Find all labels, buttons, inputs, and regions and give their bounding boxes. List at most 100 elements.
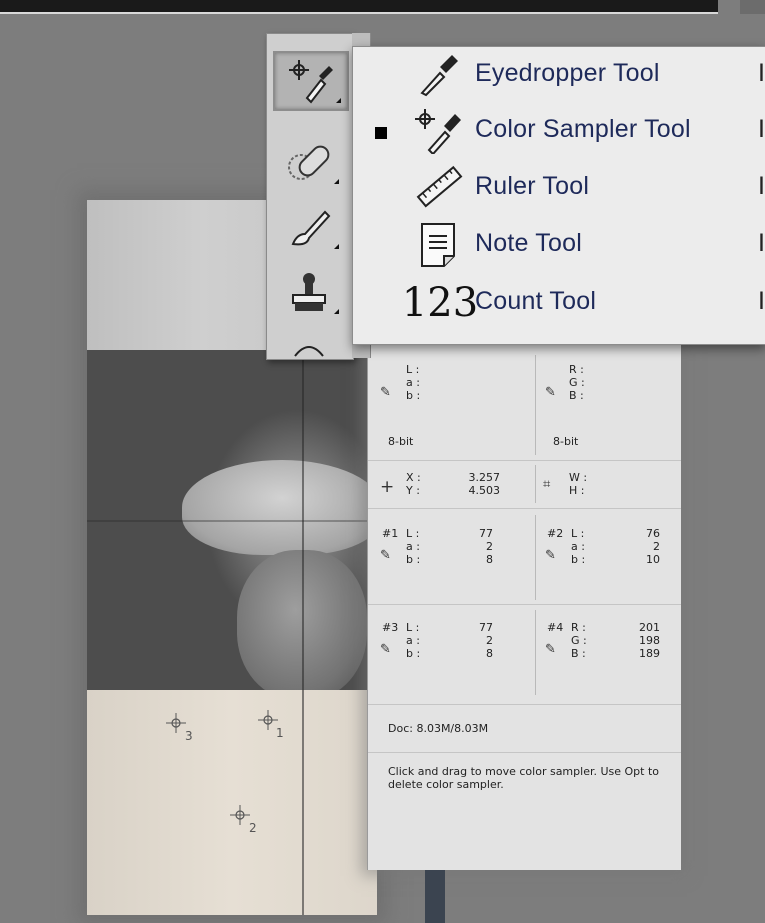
color-sampler-marker-1[interactable]: [258, 710, 278, 730]
eyedropper-small-icon: ✎: [380, 385, 391, 400]
sampler-1-c2: a :: [406, 540, 420, 553]
sampler-1-v1: 77: [479, 527, 493, 540]
info-help-text: Click and drag to move color sampler. Us…: [388, 765, 660, 791]
eyedropper-small-icon: ✎: [545, 642, 556, 657]
tools-panel: [266, 33, 354, 360]
readout-r-label: R :: [569, 363, 584, 376]
sampler-3-id: #3: [382, 621, 399, 634]
readout-b-label: b :: [406, 389, 421, 402]
portrait-hat: [182, 460, 377, 555]
sampler-3-c1: L :: [406, 621, 420, 634]
fold-line-vertical: [302, 350, 304, 915]
menu-item-shortcut: I: [758, 115, 765, 143]
sampler-4-c1: R :: [571, 621, 586, 634]
readout-depth-left: 8-bit: [388, 435, 414, 448]
w-label: W :: [569, 471, 588, 484]
color-sampler-icon: [413, 107, 463, 155]
window-top-right: [740, 0, 765, 14]
sampler-4-v1: 201: [639, 621, 660, 634]
sampler-label-3: 3: [185, 729, 193, 743]
sampler-1-id: #1: [382, 527, 399, 540]
sampler-3-c2: a :: [406, 634, 420, 647]
sampler-4-id: #4: [547, 621, 564, 634]
sampler-2-c1: L :: [571, 527, 585, 540]
history-brush-icon: [294, 346, 324, 357]
menu-item-shortcut: I: [758, 172, 765, 200]
photo-paper-area: [87, 690, 377, 915]
color-sampler-tool-button[interactable]: [273, 51, 349, 111]
eyedropper-small-icon: ✎: [545, 385, 556, 400]
sampler-1-v3: 8: [486, 553, 493, 566]
sampler-2-c2: a :: [571, 540, 585, 553]
readout-l-label: L :: [406, 363, 420, 376]
fold-line-horizontal: [87, 520, 377, 522]
divider: [535, 515, 536, 600]
sampler-2-v1: 76: [646, 527, 660, 540]
h-label: H :: [569, 484, 585, 497]
sampler-2-v2: 2: [653, 540, 660, 553]
readout-depth-right: 8-bit: [553, 435, 579, 448]
menu-item-label: Note Tool: [475, 229, 582, 257]
crosshair-icon: +: [380, 477, 395, 497]
selection-size-icon: ⌗: [543, 477, 551, 492]
readout-a-label: a :: [406, 376, 420, 389]
menu-item-note[interactable]: Note Tool I: [353, 217, 765, 273]
history-brush-tool-button[interactable]: [273, 329, 345, 357]
sampler-4-v3: 189: [639, 647, 660, 660]
sampler-3-v2: 2: [486, 634, 493, 647]
menu-item-label: Eyedropper Tool: [475, 59, 660, 87]
sampler-1-c3: b :: [406, 553, 421, 566]
sampler-4-v2: 198: [639, 634, 660, 647]
brush-tool-button[interactable]: [273, 199, 345, 255]
clone-stamp-tool-button[interactable]: [273, 264, 345, 320]
x-value: 3.257: [468, 471, 501, 484]
eyedropper-small-icon: ✎: [380, 642, 391, 657]
clone-stamp-icon: [292, 273, 326, 311]
menu-item-label: Ruler Tool: [475, 172, 590, 200]
menu-item-count[interactable]: 123 Count Tool I: [353, 275, 765, 331]
menu-item-label: Color Sampler Tool: [475, 115, 691, 143]
count-glyph: 123: [401, 280, 479, 326]
x-label: X :: [406, 471, 421, 484]
menu-item-color-sampler[interactable]: Color Sampler Tool I: [353, 103, 765, 159]
healing-brush-icon: [288, 145, 330, 180]
eyedropper-small-icon: ✎: [380, 548, 391, 563]
sampler-label-1: 1: [276, 726, 284, 740]
readout-g-label: G :: [569, 376, 585, 389]
menu-item-eyedropper[interactable]: Eyedropper Tool I: [353, 47, 765, 103]
color-sampler-marker-3[interactable]: [166, 713, 186, 733]
color-sampler-marker-2[interactable]: [230, 805, 250, 825]
selected-indicator: [375, 127, 387, 139]
sampler-3-c3: b :: [406, 647, 421, 660]
divider: [535, 610, 536, 695]
menu-item-shortcut: I: [758, 229, 765, 257]
sampler-2-v3: 10: [646, 553, 660, 566]
bottom-edge-strip: [425, 870, 445, 923]
eyedropper-small-icon: ✎: [545, 548, 556, 563]
readout-b2-label: B :: [569, 389, 584, 402]
sampler-1-c1: L :: [406, 527, 420, 540]
divider: [535, 465, 536, 503]
doc-size: Doc: 8.03M/8.03M: [388, 722, 489, 735]
count-icon: 123: [401, 279, 479, 327]
sampler-3-v3: 8: [486, 647, 493, 660]
ruler-icon: [413, 164, 463, 212]
sampler-2-c3: b :: [571, 553, 586, 566]
menu-item-ruler[interactable]: Ruler Tool I: [353, 160, 765, 216]
y-value: 4.503: [468, 484, 501, 497]
healing-brush-tool-button[interactable]: [273, 134, 345, 190]
window-top-edge: [0, 0, 718, 14]
sampler-4-c2: G :: [571, 634, 587, 647]
sampler-4-c3: B :: [571, 647, 586, 660]
sampler-label-2: 2: [249, 821, 257, 835]
tool-flyout-menu: Eyedropper Tool I Color Sampler Tool I R…: [352, 46, 765, 345]
sampler-1-v2: 2: [486, 540, 493, 553]
menu-item-shortcut: I: [758, 59, 765, 87]
color-sampler-icon: [289, 60, 333, 104]
sampler-2-id: #2: [547, 527, 564, 540]
info-panel: ✎ L : a : b : 8-bit ✎ R : G : B : 8-bit …: [367, 345, 681, 870]
eyedropper-icon: [413, 51, 463, 99]
note-icon: [413, 221, 463, 269]
menu-item-label: Count Tool: [475, 287, 597, 315]
y-label: Y :: [406, 484, 420, 497]
